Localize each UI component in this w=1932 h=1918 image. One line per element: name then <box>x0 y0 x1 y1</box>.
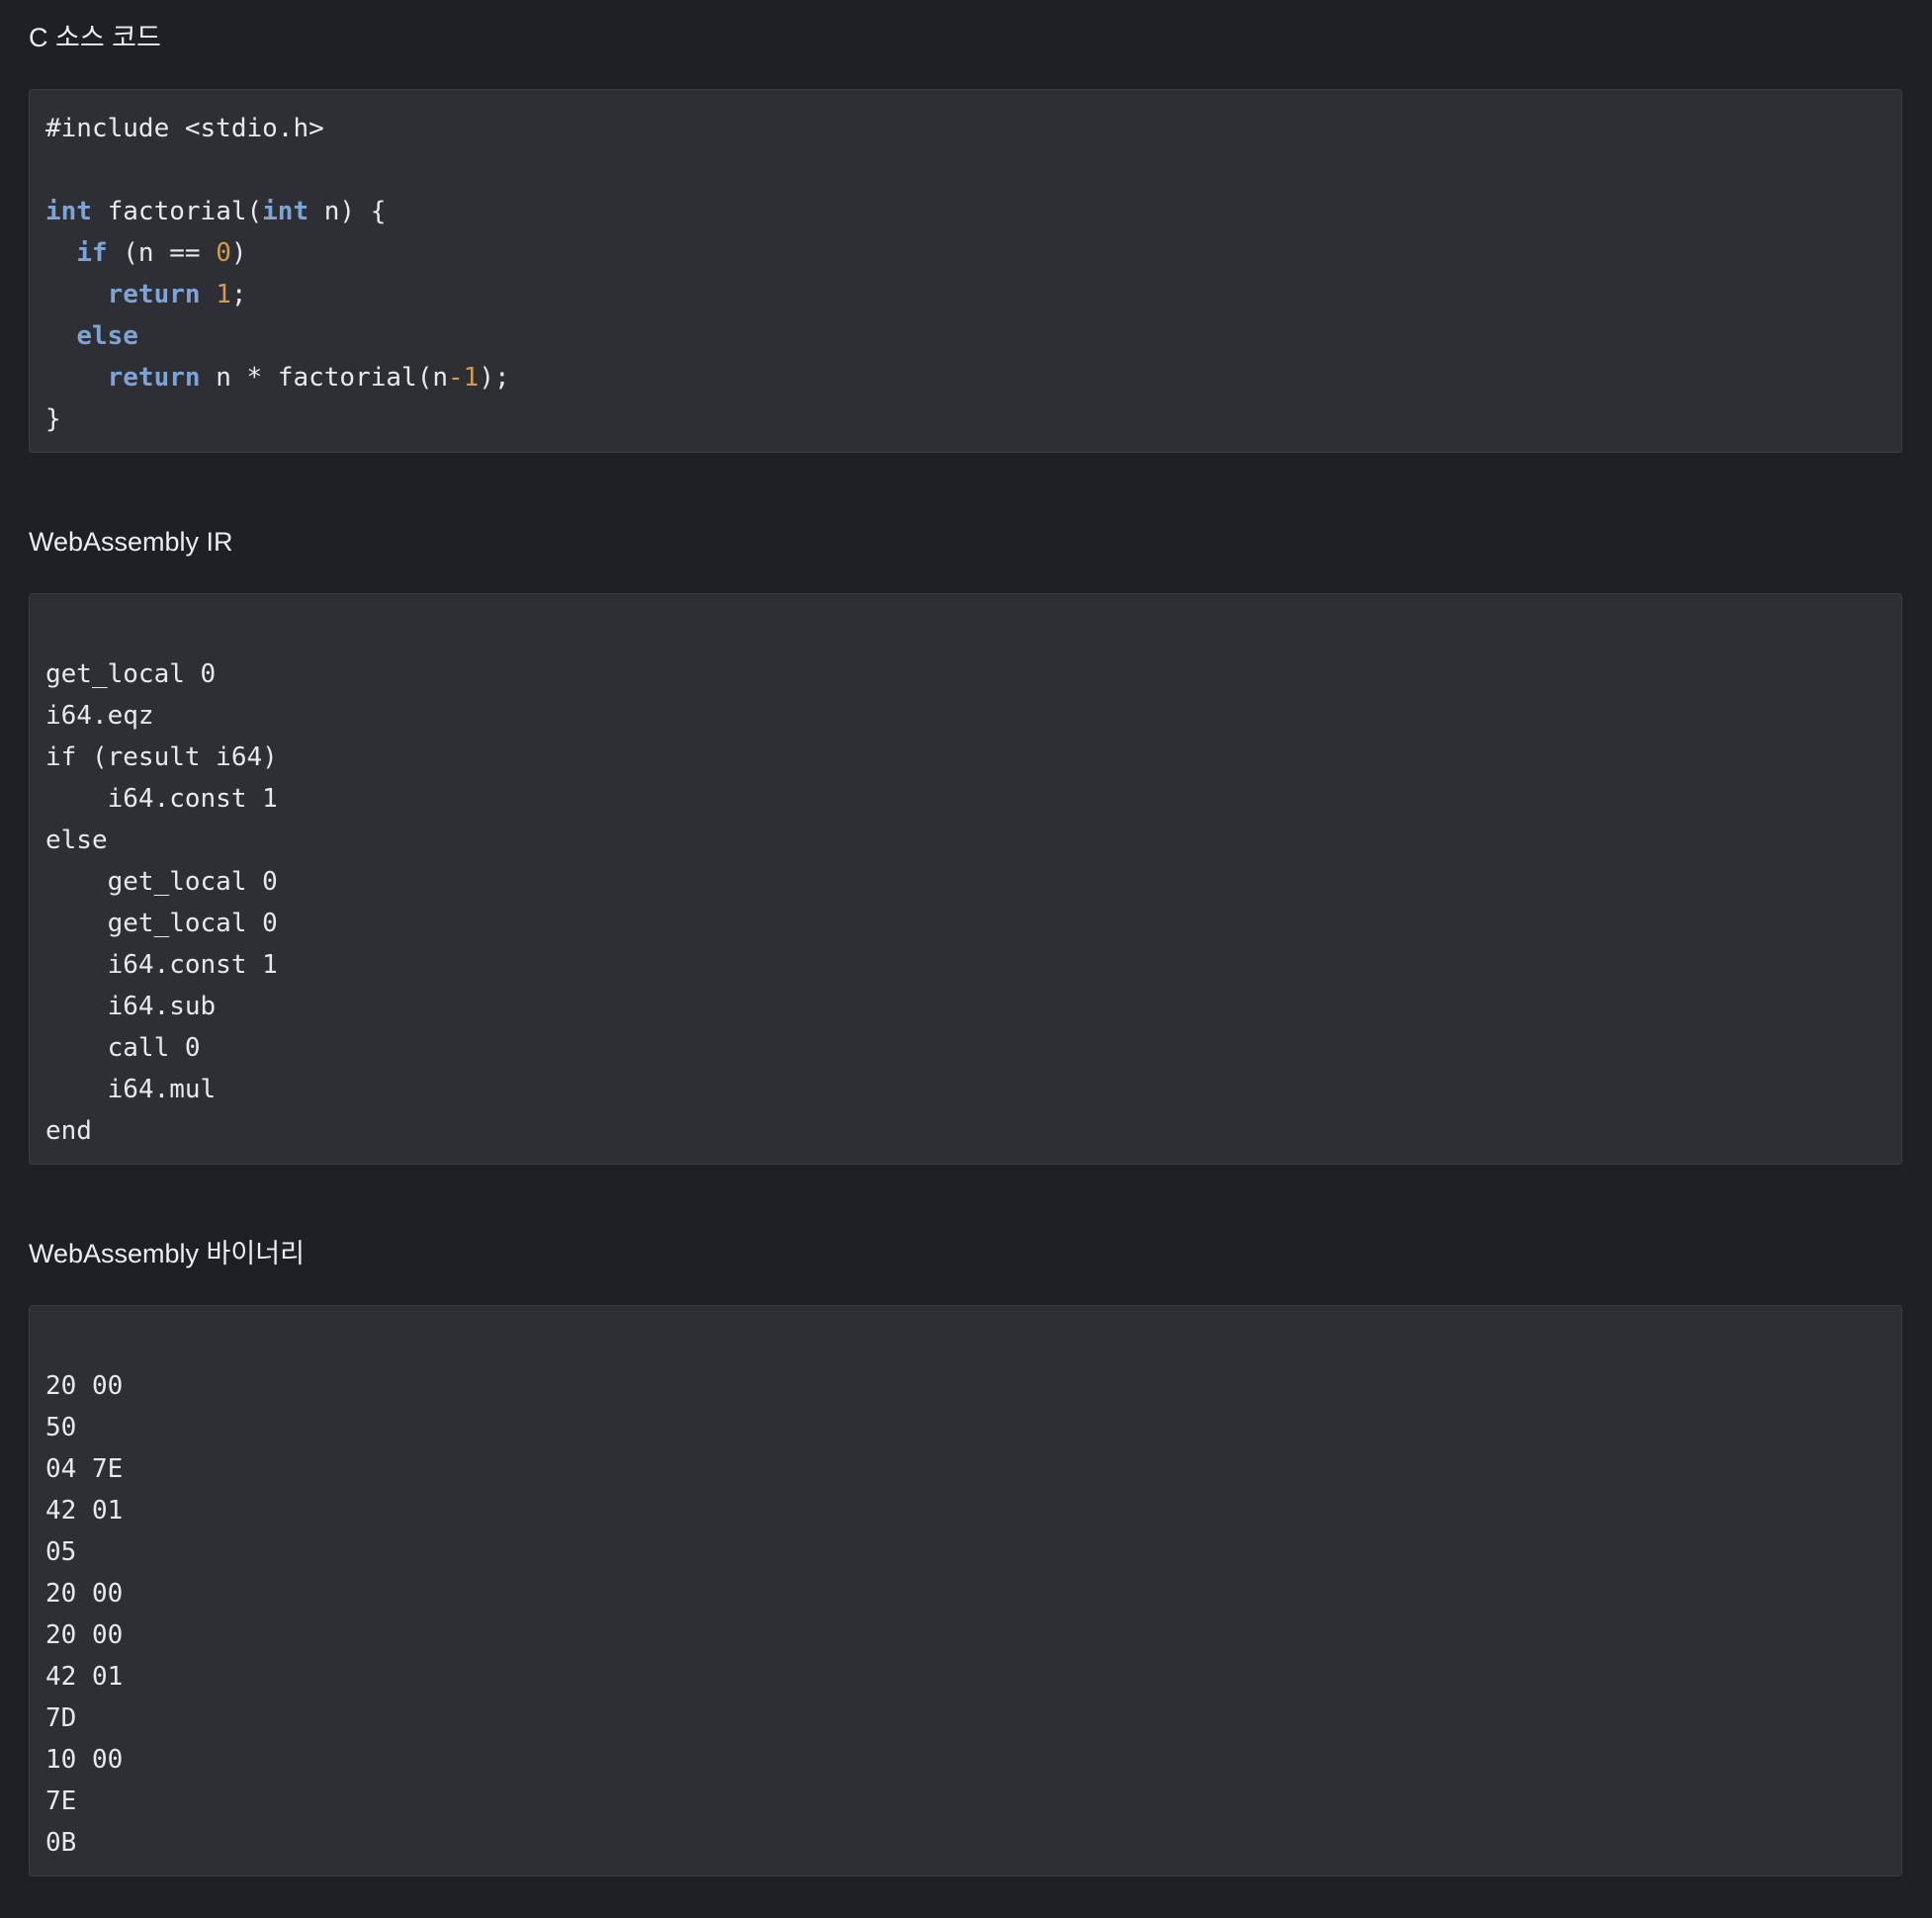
code-line: get_local 0 <box>30 903 1901 944</box>
code-text: 42 01 <box>45 1662 124 1692</box>
code-line: return 1; <box>30 274 1901 315</box>
code-line: if (n == 0) <box>30 232 1901 274</box>
code-text: #include <stdio.h> <box>45 114 324 143</box>
code-line: #include <stdio.h> <box>30 108 1901 149</box>
code-line: if (result i64) <box>30 737 1901 778</box>
code-text: i64.const 1 <box>45 950 278 980</box>
code-line: get_local 0 <box>30 654 1901 695</box>
code-text: 50 <box>45 1413 77 1442</box>
code-text: i64.sub <box>45 992 217 1021</box>
code-text: get_local 0 <box>45 659 217 689</box>
code-text: i64.eqz <box>45 701 154 731</box>
code-line: i64.sub <box>30 986 1901 1027</box>
code-content-wasm-binary: 20 00 50 04 7E 42 01 05 20 00 20 00 42 01 7D 10 0… <box>30 1324 1901 1864</box>
code-line: 7E <box>30 1781 1901 1822</box>
code-line: i64.mul <box>30 1069 1901 1110</box>
code-line: else <box>30 315 1901 357</box>
code-line: 20 00 <box>30 1573 1901 1614</box>
code-text: 7E <box>45 1787 77 1816</box>
code-line: 7D <box>30 1698 1901 1739</box>
code-text: 20 00 <box>45 1579 124 1609</box>
code-line: 0B <box>30 1822 1901 1864</box>
code-line: 04 7E <box>30 1448 1901 1490</box>
code-line: i64.eqz <box>30 695 1901 737</box>
code-text: 20 00 <box>45 1620 124 1650</box>
code-keyword: int <box>45 197 92 226</box>
code-line: get_local 0 <box>30 861 1901 903</box>
code-line: return n * factorial(n-1); <box>30 357 1901 398</box>
section-title-wasm-binary: WebAssembly 바이너리 <box>29 1239 305 1268</box>
code-text: 10 00 <box>45 1745 124 1775</box>
code-keyword: else <box>76 321 138 351</box>
code-text: get_local 0 <box>45 909 278 938</box>
code-line: i64.const 1 <box>30 778 1901 820</box>
code-line: 42 01 <box>30 1656 1901 1698</box>
code-keyword: return <box>107 363 201 392</box>
code-line: } <box>30 398 1901 440</box>
code-keyword: int <box>262 197 309 226</box>
code-text: } <box>45 404 61 434</box>
code-line: end <box>30 1110 1901 1152</box>
code-text: n) { <box>308 197 387 226</box>
code-line: 50 <box>30 1407 1901 1448</box>
code-line: int factorial(int n) { <box>30 191 1901 232</box>
code-number: -1 <box>448 363 480 392</box>
code-keyword: return <box>107 280 201 309</box>
code-text: call 0 <box>45 1033 201 1063</box>
code-text: else <box>45 826 108 855</box>
section-title-wasm-ir: WebAssembly IR <box>29 527 233 557</box>
code-block-c-source: #include <stdio.h> int factorial(int n) {… <box>29 89 1902 453</box>
code-text: if (result i64) <box>45 742 278 772</box>
code-text: 7D <box>45 1703 77 1733</box>
code-line: i64.const 1 <box>30 944 1901 986</box>
section-title-c-source: C 소스 코드 <box>29 23 161 52</box>
code-text: n * factorial(n <box>200 363 448 392</box>
code-text: ) <box>230 238 247 268</box>
code-text: 04 7E <box>45 1454 124 1484</box>
code-keyword: if <box>76 238 108 268</box>
code-line: else <box>30 820 1901 861</box>
code-text: 20 00 <box>45 1371 124 1401</box>
code-number: 0 <box>216 238 231 268</box>
code-text: i64.const 1 <box>45 784 278 814</box>
code-text: get_local 0 <box>45 867 278 897</box>
code-text: (n == <box>107 238 217 268</box>
code-text: ; <box>230 280 247 309</box>
code-text: 42 01 <box>45 1496 124 1526</box>
code-line: 20 00 <box>30 1614 1901 1656</box>
code-number: 1 <box>216 280 231 309</box>
code-line: call 0 <box>30 1027 1901 1069</box>
code-text: i64.mul <box>45 1075 217 1104</box>
code-line: 10 00 <box>30 1739 1901 1781</box>
code-text: ); <box>479 363 510 392</box>
code-block-wasm-binary: 20 00 50 04 7E 42 01 05 20 00 20 00 42 01 7D 10 0… <box>29 1305 1902 1876</box>
code-line: 05 <box>30 1531 1901 1573</box>
code-line: 20 00 <box>30 1365 1901 1407</box>
code-text: 0B <box>45 1828 77 1858</box>
code-text: 05 <box>45 1537 77 1567</box>
code-block-wasm-ir: get_local 0 i64.eqz if (result i64) i64.co… <box>29 593 1902 1165</box>
code-text: end <box>45 1116 92 1146</box>
code-content-c-source: #include <stdio.h> int factorial(int n) {… <box>30 108 1901 440</box>
code-line: 42 01 <box>30 1490 1901 1531</box>
code-text: factorial( <box>91 197 263 226</box>
code-content-wasm-ir: get_local 0 i64.eqz if (result i64) i64.co… <box>30 612 1901 1152</box>
